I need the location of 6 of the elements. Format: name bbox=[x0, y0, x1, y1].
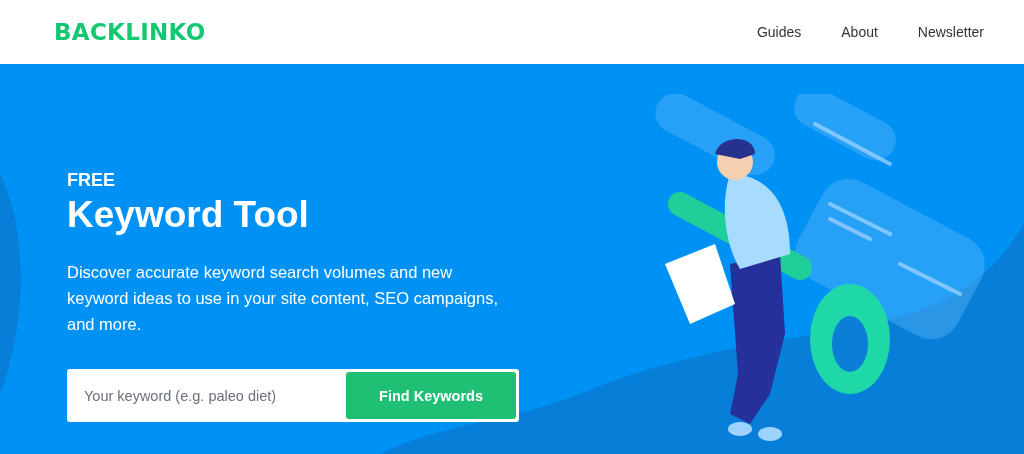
nav-link[interactable]: About bbox=[841, 24, 878, 40]
nav-link[interactable]: Newsletter bbox=[917, 24, 984, 40]
description: Discover accurate keyword search volumes and new keyword ideas to use in your site content, SEO campaigns, and more. bbox=[67, 262, 500, 335]
page-title: Keyword Tool bbox=[67, 193, 310, 237]
nav-link[interactable]: Guides bbox=[756, 24, 802, 40]
eyebrow-label: FREE bbox=[67, 170, 116, 191]
